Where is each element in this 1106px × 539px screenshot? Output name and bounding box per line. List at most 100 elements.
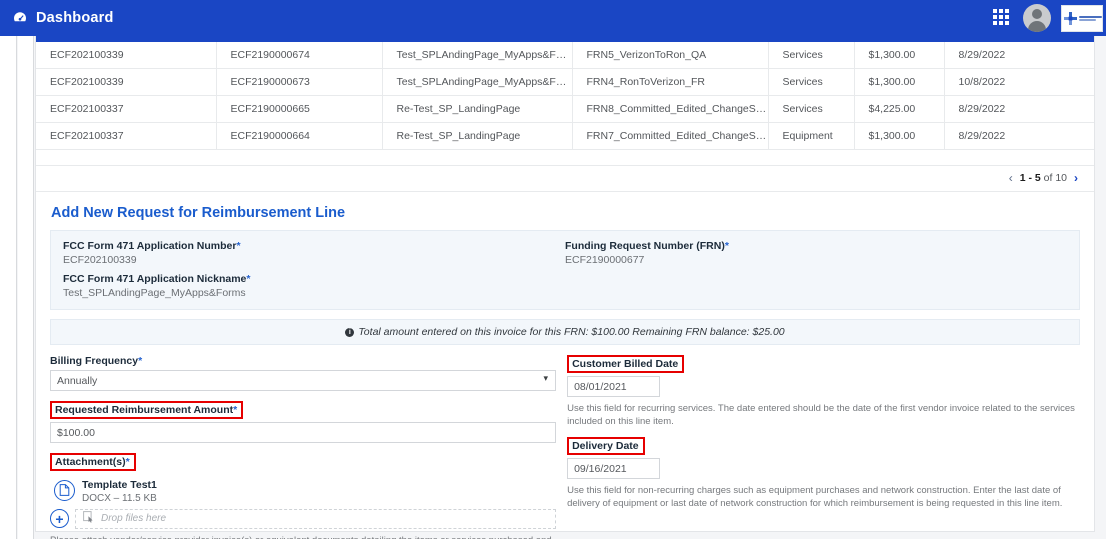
invoice-total-info-bar: i Total amount entered on this invoice fo… [50,319,1080,345]
cell-service-type: Equipment [768,122,855,150]
table-row[interactable]: ECF202100337 ECF2190000665 Re-Test_SP_La… [36,95,1094,123]
chevron-right-icon[interactable]: › [1074,171,1078,185]
required-marker: * [724,240,729,252]
app-nickname-label-text: FCC Form 471 Application Nickname [63,273,247,285]
pagination-separator: of [1040,172,1056,184]
form-left-column: Billing Frequency* Annually Requested Re… [50,355,564,539]
customer-billed-date-input[interactable]: 08/01/2021 [567,376,661,397]
cell-date: 8/29/2022 [944,42,1094,69]
requested-amount-label-text: Requested Reimbursement Amount [55,404,234,416]
table-pagination: ‹ 1 - 5 of 10 › [36,166,1094,192]
readonly-left-column: FCC Form 471 Application Number* ECF2021… [63,240,565,299]
main-content-panel: ECF202100339 ECF2190000674 Test_SPLAndin… [35,36,1095,539]
readonly-right-column: Funding Request Number (FRN)* ECF2190000… [565,240,1067,299]
billing-frequency-label: Billing Frequency* [50,355,142,367]
delivery-date-value: 09/16/2021 [574,462,627,475]
cell-app-number: ECF202100339 [36,68,217,96]
app-nickname-value: Test_SPLAndingPage_MyApps&Forms [63,287,246,299]
apps-grid-icon[interactable] [993,9,1011,27]
reimbursement-lines-table: ECF202100339 ECF2190000674 Test_SPLAndin… [36,42,1094,166]
pagination-label: 1 - 5 of 10 [1020,172,1067,184]
table-empty-cell [36,149,1094,166]
required-marker: * [246,273,251,285]
left-rail-outer [0,36,17,539]
form-columns: Billing Frequency* Annually Requested Re… [50,355,1080,539]
cell-frn-nickname: FRN5_VerizonToRon_QA [572,42,769,69]
billing-frequency-select[interactable]: Annually [50,370,557,391]
required-marker: * [125,456,130,468]
required-marker: * [233,404,238,416]
topbar-left-group: Dashboard [0,10,114,26]
cell-frn: ECF2190000673 [216,68,383,96]
pagination-total: 10 [1055,172,1067,184]
readonly-info-panel: FCC Form 471 Application Number* ECF2021… [50,230,1080,310]
delivery-date-helper: Use this field for non-recurring charges… [567,485,1063,510]
cell-date: 8/29/2022 [944,122,1094,150]
billing-frequency-label-text: Billing Frequency [50,355,139,367]
cell-app-number: ECF202100337 [36,95,217,123]
right-margin [1095,36,1106,539]
cell-amount: $1,300.00 [854,68,945,96]
attachments-helper-text: Please attach vendor/service provider in… [50,534,556,539]
table-empty-row [36,149,1094,166]
requested-amount-label: Requested Reimbursement Amount* [50,401,244,419]
attachment-text-group: Template Test1 DOCX – 11.5 KB [82,475,157,506]
cell-frn: ECF2190000664 [216,122,383,150]
section-heading: Add New Request for Reimbursement Line [51,205,346,221]
requested-amount-value: $100.00 [57,426,95,439]
dashboard-icon [12,10,28,26]
cell-app-nickname: Re-Test_SP_LandingPage [382,122,573,150]
cell-service-type: Services [768,42,855,69]
chevron-left-icon[interactable]: ‹ [1009,171,1013,185]
delivery-date-label-row: Delivery Date [567,437,1080,456]
info-icon: i [345,328,355,337]
delivery-date-label: Delivery Date [567,437,645,456]
usac-logo-wordmark [1079,15,1102,21]
cell-service-type: Services [768,68,855,96]
attachment-upload-row: + Drop files here [50,508,557,529]
delivery-date-input[interactable]: 09/16/2021 [567,458,661,480]
document-icon [54,479,75,501]
billing-frequency-label-row: Billing Frequency* [50,355,556,367]
cell-service-type: Services [768,95,855,123]
attachments-label-row: Attachment(s)* [50,453,556,471]
requested-amount-label-row: Requested Reimbursement Amount* [50,401,556,419]
required-marker: * [236,240,241,252]
app-number-label-text: FCC Form 471 Application Number [63,240,237,252]
requested-amount-input[interactable]: $100.00 [50,422,557,443]
table-row[interactable]: ECF202100339 ECF2190000673 Test_SPLAndin… [36,68,1094,96]
file-dropzone[interactable]: Drop files here [75,508,557,529]
cell-frn-nickname: FRN4_RonToVerizon_FR [572,68,769,96]
attachment-file-meta: DOCX – 11.5 KB [82,493,157,504]
app-number-value: ECF202100339 [63,254,137,266]
attachments-label-text: Attachment(s) [55,456,126,468]
attachment-list-item[interactable]: Template Test1 DOCX – 11.5 KB [54,475,556,506]
customer-billed-date-label: Customer Billed Date [567,355,685,373]
attachment-file-name: Template Test1 [82,479,157,491]
cell-amount: $1,300.00 [854,42,945,69]
table-row[interactable]: ECF202100339 ECF2190000674 Test_SPLAndin… [36,42,1094,69]
cell-frn-nickname: FRN7_Committed_Edited_ChangeSP_IR [572,122,769,150]
cell-frn: ECF2190000665 [216,95,383,123]
customer-billed-date-label-row: Customer Billed Date [567,355,1080,373]
customer-billed-date-value: 08/01/2021 [574,380,627,393]
billing-frequency-value: Annually [57,374,98,387]
cell-app-number: ECF202100339 [36,42,217,69]
page-root: Dashboard ECF202100339 ECF2190000674 Tes… [0,0,1106,539]
topbar-right-group [993,0,1106,36]
cell-frn-nickname: FRN8_Committed_Edited_ChangeSP_FR [572,95,769,123]
form-right-column: Customer Billed Date 08/01/2021 Use this… [564,355,1080,539]
add-line-section: Add New Request for Reimbursement Line F… [36,192,1094,539]
cell-app-nickname: Re-Test_SP_LandingPage [382,95,573,123]
cell-amount: $1,300.00 [854,122,945,150]
user-avatar[interactable] [1023,4,1051,32]
dropzone-text: Drop files here [101,513,167,524]
attachments-label: Attachment(s)* [50,453,136,471]
table-row[interactable]: ECF202100337 ECF2190000664 Re-Test_SP_La… [36,122,1094,150]
customer-billed-date-helper: Use this field for recurring services. T… [567,403,1075,428]
cell-app-nickname: Test_SPLAndingPage_MyApps&Forms [382,68,573,96]
usac-logo-mark [1064,11,1077,25]
table-body: ECF202100339 ECF2190000674 Test_SPLAndin… [36,42,1094,166]
plus-icon[interactable]: + [50,509,69,528]
pagination-range: 1 - 5 [1019,172,1041,184]
